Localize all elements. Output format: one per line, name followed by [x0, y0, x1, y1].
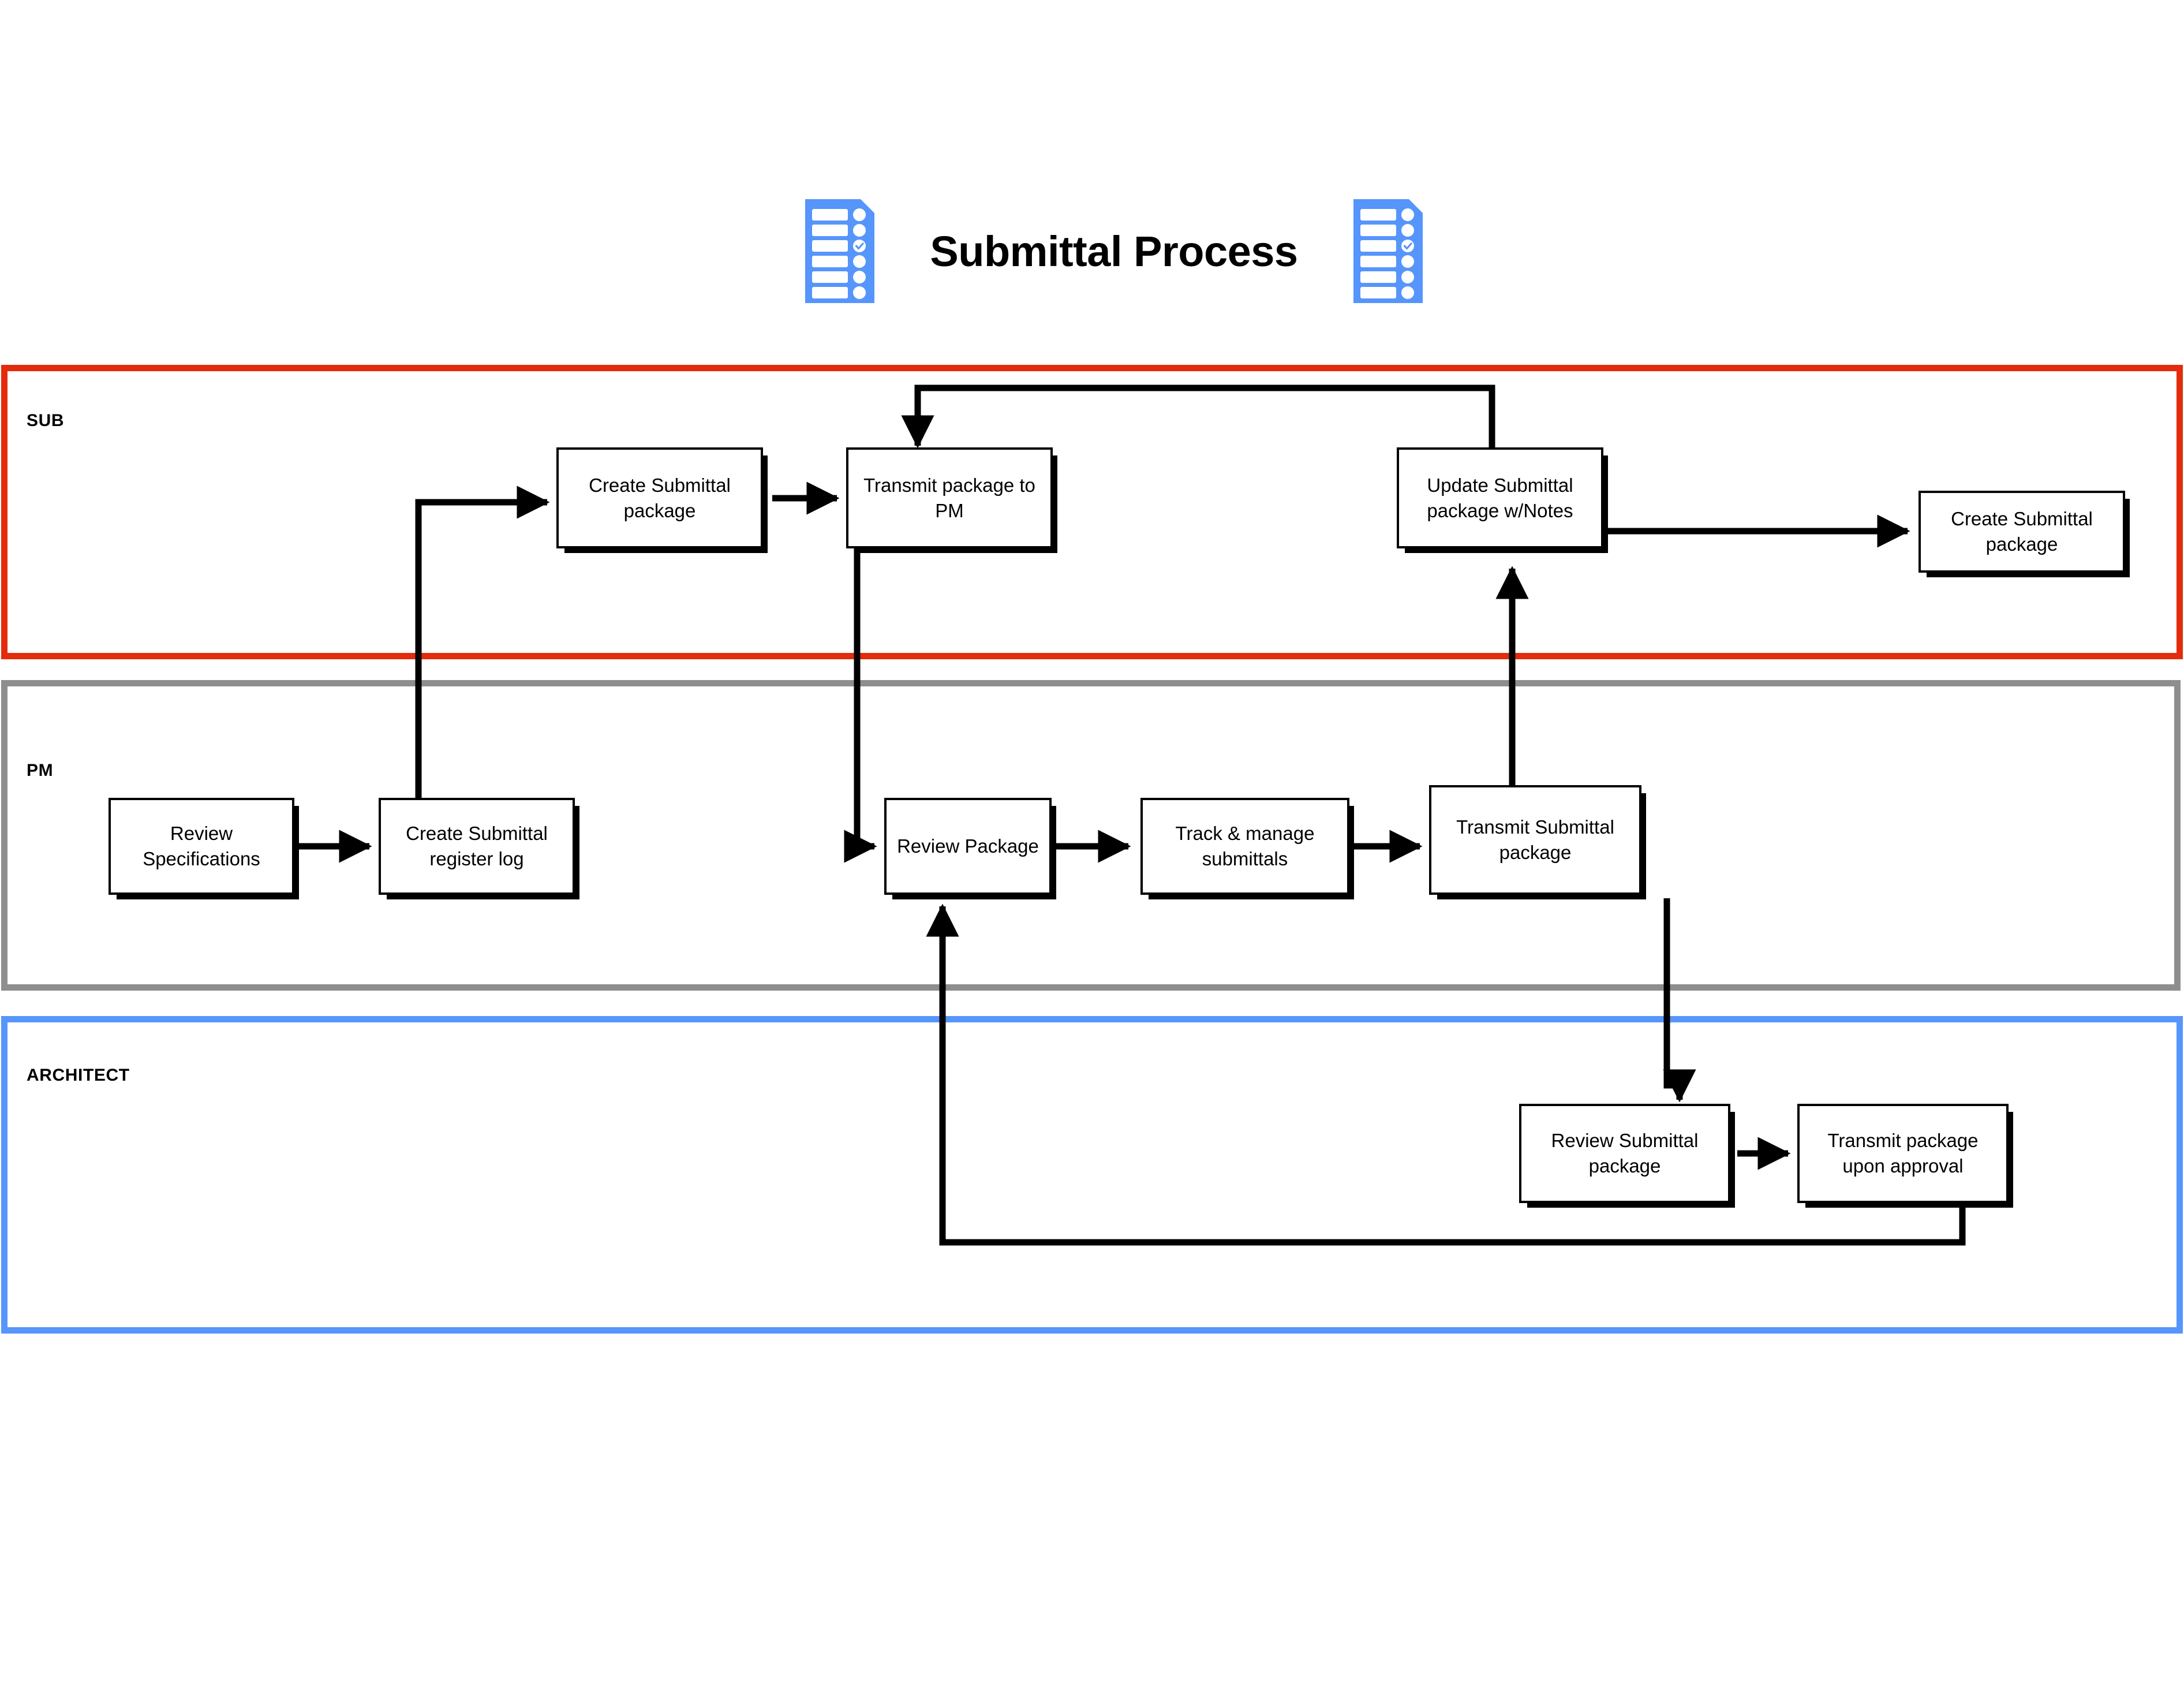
checklist-document-icon — [805, 199, 875, 303]
node-label: Review Submittal package — [1551, 1130, 1699, 1177]
node-label: Review Package — [897, 835, 1039, 857]
swimlane-label-architect: ARCHITECT — [27, 1066, 130, 1085]
node-sub-update-notes[interactable]: Update Submittal package w/Notes — [1397, 447, 1603, 548]
node-label: Review Specifications — [143, 823, 260, 869]
node-label: Transmit Submittal package — [1456, 816, 1614, 863]
diagram-canvas: Submittal Process SUB PM ARCHITECT Creat… — [0, 0, 2184, 1688]
node-sub-create-package-2[interactable]: Create Submittal package — [1919, 491, 2125, 573]
node-label: Create Submittal package — [589, 474, 731, 521]
node-label: Transmit package to PM — [863, 474, 1035, 521]
page-title: Submittal Process — [930, 227, 1298, 275]
node-pm-review-package[interactable]: Review Package — [884, 798, 1052, 895]
node-arch-transmit-approval[interactable]: Transmit package upon approval — [1797, 1104, 2009, 1203]
swimlane-label-sub: SUB — [27, 411, 65, 430]
node-pm-transmit-package[interactable]: Transmit Submittal package — [1429, 785, 1641, 895]
node-label: Transmit package upon approval — [1827, 1130, 1979, 1177]
node-pm-create-register[interactable]: Create Submittal register log — [379, 798, 575, 895]
node-arch-review-package[interactable]: Review Submittal package — [1519, 1104, 1730, 1203]
checklist-document-icon — [1353, 199, 1423, 303]
node-label: Update Submittal package w/Notes — [1427, 474, 1573, 521]
node-label: Create Submittal register log — [406, 823, 548, 869]
node-label: Create Submittal package — [1951, 508, 2093, 555]
node-sub-create-package[interactable]: Create Submittal package — [556, 447, 763, 548]
diagram-header: Submittal Process — [796, 191, 1431, 312]
swimlane-pm — [1, 680, 2181, 991]
node-label: Track & manage submittals — [1175, 823, 1315, 869]
node-sub-transmit-to-pm[interactable]: Transmit package to PM — [846, 447, 1053, 548]
swimlane-sub — [1, 365, 2183, 659]
node-pm-track-manage[interactable]: Track & manage submittals — [1140, 798, 1349, 895]
swimlane-label-pm: PM — [27, 761, 54, 780]
node-pm-review-specs[interactable]: Review Specifications — [109, 798, 294, 895]
